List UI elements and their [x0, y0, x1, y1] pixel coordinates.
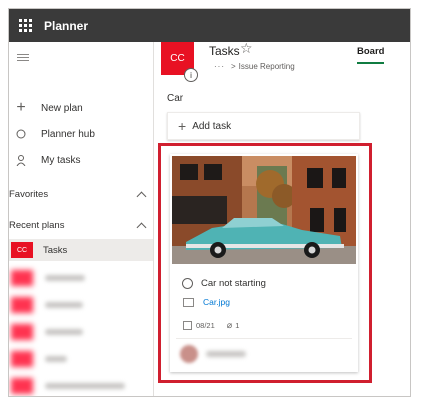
person-icon: [14, 153, 28, 167]
plan-badge-redacted: [11, 297, 33, 313]
collapse-nav-icon[interactable]: [17, 54, 29, 66]
nav-item-label: Planner hub: [41, 128, 95, 140]
chevron-right-icon: >: [231, 62, 236, 71]
recent-plans-section[interactable]: Recent plans: [9, 215, 153, 235]
nav-item-new-plan[interactable]: + New plan: [9, 97, 153, 119]
attachment-row[interactable]: Car.jpg: [183, 297, 230, 307]
assignee[interactable]: [180, 345, 246, 363]
attachment-link[interactable]: Car.jpg: [203, 297, 230, 307]
due-date: 08/21: [196, 321, 215, 330]
nav-item-planner-hub[interactable]: Planner hub: [9, 123, 153, 145]
task-cover-image: [172, 156, 356, 264]
plan-badge-redacted: [11, 378, 33, 394]
task-title[interactable]: Car not starting: [201, 278, 266, 289]
task-meta-row: 08/21 ⌀ 1: [183, 320, 239, 331]
complete-task-radio[interactable]: [182, 278, 193, 289]
breadcrumb: ··· > Issue Reporting: [214, 62, 295, 71]
plan-badge-redacted: [11, 270, 33, 286]
recent-plans-label: Recent plans: [9, 219, 65, 231]
card-divider: [176, 338, 352, 339]
recent-plan-item-redacted[interactable]: [9, 375, 153, 396]
chevron-up-icon: [136, 191, 147, 201]
redacted-text: [45, 275, 85, 281]
recent-plan-item-redacted[interactable]: [9, 348, 153, 370]
redacted-text: [45, 329, 83, 335]
app-launcher-icon[interactable]: [9, 9, 42, 42]
plan-badge-redacted: [11, 324, 33, 340]
attachment-count: 1: [235, 321, 240, 330]
calendar-icon: [183, 321, 192, 330]
recent-plan-item[interactable]: CC Tasks: [9, 239, 153, 261]
nav-item-label: New plan: [41, 102, 83, 114]
assignee-name-redacted: [206, 351, 246, 357]
favorites-label: Favorites: [9, 188, 49, 200]
favorites-section[interactable]: Favorites: [9, 184, 153, 204]
add-task-button[interactable]: + Add task: [167, 112, 360, 140]
app-header: Planner: [9, 9, 410, 42]
plan-badge-redacted: [11, 351, 33, 367]
tab-selected-indicator: [357, 62, 384, 64]
recent-plan-item-redacted[interactable]: [9, 321, 153, 343]
add-task-label: Add task: [192, 120, 232, 132]
circle-icon: [14, 127, 28, 141]
task-card[interactable]: Car not starting Car.jpg 08/21 ⌀ 1: [170, 154, 358, 372]
tab-board[interactable]: Board: [357, 46, 384, 57]
nav-item-my-tasks[interactable]: My tasks: [9, 149, 153, 171]
paperclip-icon: ⌀: [226, 320, 233, 330]
group-link[interactable]: Issue Reporting: [239, 62, 295, 71]
avatar: [180, 345, 198, 363]
info-icon[interactable]: i: [184, 68, 198, 82]
left-navigation: + New plan Planner hub My tasks Favorite…: [9, 42, 154, 396]
redacted-text: [45, 383, 125, 389]
image-file-icon: [183, 297, 194, 307]
nav-item-label: My tasks: [41, 154, 81, 166]
recent-plan-label: Tasks: [43, 244, 68, 256]
plan-title: Tasks: [209, 44, 240, 58]
bucket-title[interactable]: Car: [167, 93, 183, 104]
redacted-text: [45, 302, 83, 308]
car-photo: [172, 156, 356, 264]
star-icon[interactable]: ☆: [240, 40, 253, 57]
recent-plan-item-redacted[interactable]: [9, 267, 153, 289]
chevron-up-icon: [136, 222, 147, 232]
plus-icon: +: [178, 118, 187, 134]
plan-badge: CC: [11, 242, 33, 258]
plus-icon: +: [16, 99, 26, 116]
recent-plan-item-redacted[interactable]: [9, 294, 153, 316]
redacted-text: [45, 356, 67, 362]
app-title: Planner: [44, 18, 89, 33]
more-options-icon[interactable]: ···: [214, 62, 225, 71]
task-title-row: Car not starting: [182, 278, 266, 289]
